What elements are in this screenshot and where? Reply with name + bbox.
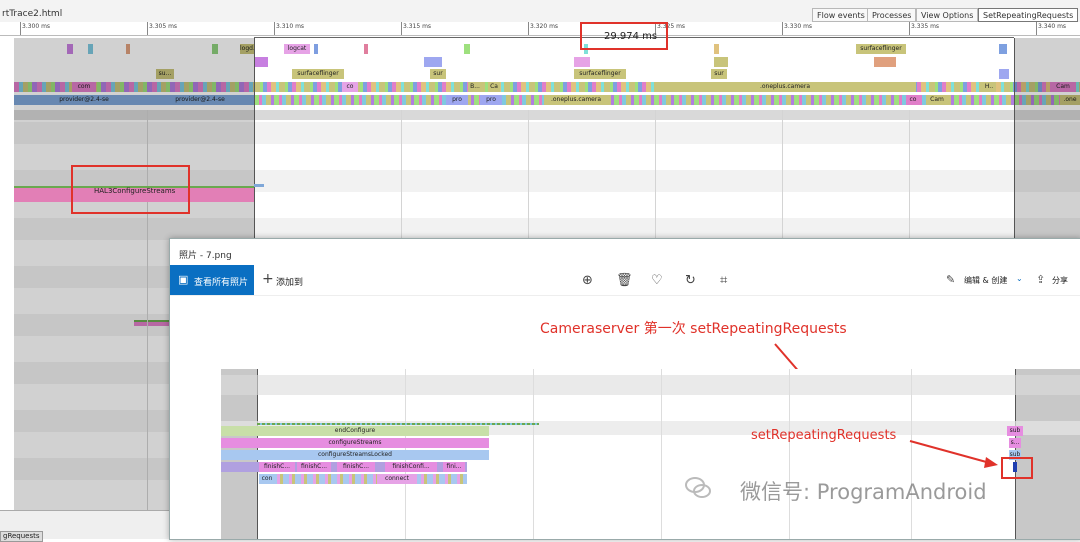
photos-titlebar[interactable]: 照片 - 7.png (170, 239, 1080, 265)
wechat-logo (684, 473, 712, 501)
track-slice[interactable]: Ca (488, 82, 500, 92)
zoom-icon[interactable]: ⊕ (582, 273, 593, 288)
photos-icon: ▣ (178, 273, 189, 286)
ruler-tick: 3.340 ms (1038, 23, 1067, 30)
track-slice[interactable]: surfaceflinger (292, 69, 344, 79)
track-slice[interactable]: .oneplus.camera (544, 95, 608, 105)
finish-slice: finishC... (297, 462, 331, 472)
track-slice[interactable]: Cam (926, 95, 948, 105)
share-button[interactable]: ⇪ 分享 (1036, 265, 1076, 295)
search-input[interactable]: SetRepeatingRequests (978, 8, 1079, 22)
track-slice[interactable]: logcat (284, 44, 310, 54)
edit-icon: ✎ (946, 273, 956, 286)
edit-create-button[interactable]: ✎ 编辑 & 创建 ⌄ (946, 265, 1026, 295)
annotation-title: Cameraserver 第一次 setRepeatingRequests (540, 321, 847, 337)
time-ruler: 3.300 ms 3.305 ms 3.310 ms 3.315 ms 3.32… (0, 22, 1080, 36)
finish-slice: finishConfi... (385, 462, 437, 472)
edit-create-label: 编辑 & 创建 (964, 276, 1008, 285)
share-icon: ⇪ (1036, 273, 1046, 286)
ruler-tick: 3.330 ms (784, 23, 813, 30)
details-tab[interactable]: gRequests (0, 531, 43, 542)
rotate-icon[interactable]: ↻ (685, 273, 696, 288)
add-to-button[interactable]: + 添加到 (262, 265, 322, 295)
delete-icon[interactable]: 🗑 (616, 273, 633, 288)
flow-events-button[interactable]: Flow events (812, 8, 870, 22)
track-slice[interactable]: .oneplus.camera (654, 82, 916, 92)
view-all-label: 查看所有照片 (194, 278, 249, 288)
hal-highlight-box (71, 165, 190, 214)
watermark-text: 微信号: ProgramAndroid (740, 480, 987, 504)
track-slice[interactable]: sur (430, 69, 446, 79)
photos-title: 照片 - 7.png (179, 251, 232, 261)
connect-slice: connect (377, 474, 417, 484)
crop-icon[interactable]: ⌗ (720, 273, 727, 288)
file-title: rtTrace2.html (2, 9, 63, 19)
share-label: 分享 (1052, 276, 1068, 285)
chevron-down-icon: ⌄ (1016, 274, 1023, 283)
measure-duration: 29.974 ms (604, 31, 658, 42)
favorite-icon[interactable]: ♡ (651, 273, 663, 288)
ruler-tick: 3.300 ms (22, 23, 51, 30)
trace-tab-bar: rtTrace2.html Flow events Processes View… (0, 0, 1080, 23)
ruler-tick: 3.320 ms (530, 23, 559, 30)
right-slice: s... (1009, 438, 1021, 448)
track-slice[interactable]: co (906, 95, 920, 105)
track-slice[interactable]: sur (711, 69, 727, 79)
track-slice[interactable]: surfaceflinger (856, 44, 906, 54)
finish-slice: finishC... (259, 462, 295, 472)
processes-button[interactable]: Processes (867, 8, 917, 22)
ruler-tick: 3.335 ms (911, 23, 940, 30)
track-slice[interactable]: co (342, 82, 358, 92)
right-slice: sub (1007, 426, 1023, 436)
add-to-label: 添加到 (276, 278, 304, 288)
setrepeating-highlight-box (1001, 457, 1033, 479)
track-slice[interactable]: B... (468, 82, 482, 92)
view-all-photos-button[interactable]: ▣ 查看所有照片 (170, 265, 254, 295)
connect-slice: con (259, 474, 275, 484)
track-slice[interactable]: pro (446, 95, 468, 105)
track-slice[interactable]: surfaceflinger (574, 69, 626, 79)
view-options-button[interactable]: View Options (916, 8, 979, 22)
photos-window[interactable]: 照片 - 7.png ▣ 查看所有照片 + 添加到 ⊕ 🗑 ♡ ↻ ⌗ ✎ 编辑… (169, 238, 1080, 540)
ruler-tick: 3.315 ms (403, 23, 432, 30)
plus-icon: + (262, 271, 274, 287)
configure-streams-locked-slice: configureStreamsLocked (221, 450, 489, 460)
track-slice[interactable]: H.. (982, 82, 996, 92)
track-slice[interactable]: pro (480, 95, 502, 105)
finish-slice: fini... (443, 462, 465, 472)
end-configure-slice: endConfigure (221, 426, 489, 436)
finish-slice: finishC... (337, 462, 375, 472)
ruler-tick: 3.310 ms (276, 23, 305, 30)
setrepeating-annotation: setRepeatingRequests (751, 428, 897, 443)
configure-streams-slice: configureStreams (221, 438, 489, 448)
ruler-tick: 3.305 ms (149, 23, 178, 30)
setrepeating-arrow (909, 440, 998, 468)
